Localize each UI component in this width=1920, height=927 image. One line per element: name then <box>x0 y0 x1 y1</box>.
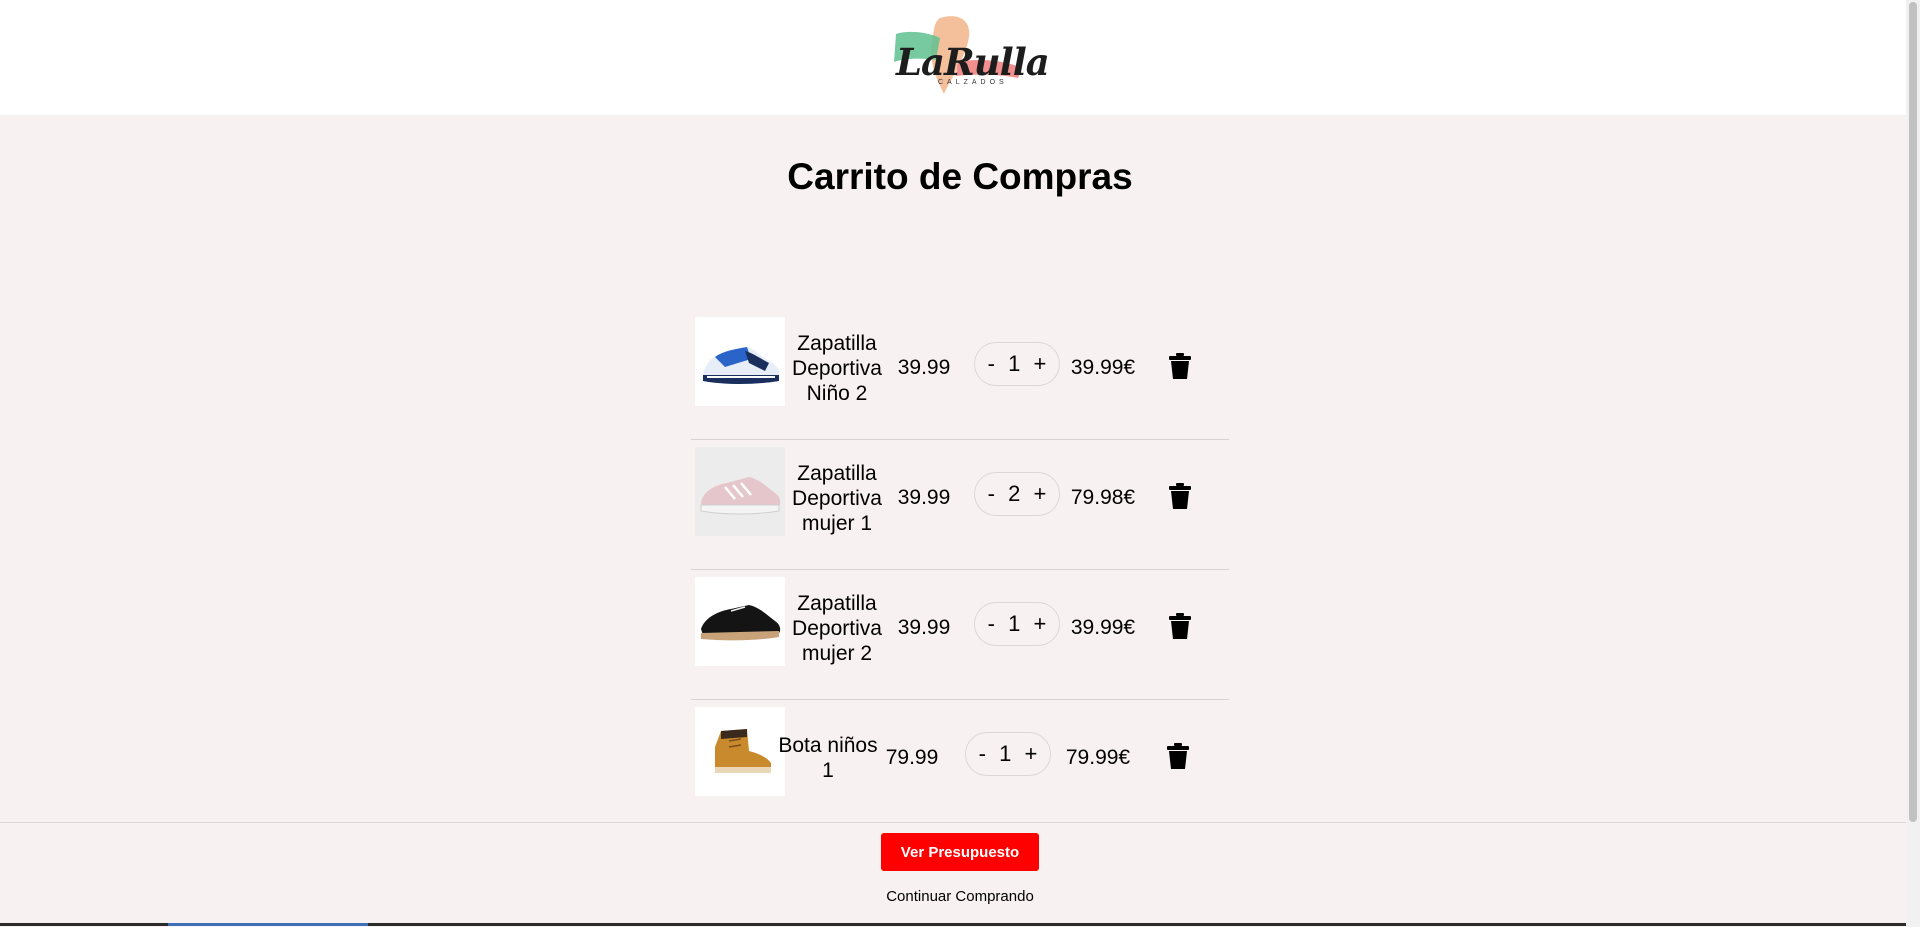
tan-boot-image <box>715 729 771 773</box>
item-subtotal: 79.99€ <box>1065 746 1131 769</box>
view-budget-button[interactable]: Ver Presupuesto <box>881 833 1039 871</box>
increase-button[interactable]: + <box>1034 351 1047 377</box>
increase-button[interactable]: + <box>1034 611 1047 637</box>
vertical-scrollbar[interactable] <box>1906 0 1920 926</box>
product-image <box>695 707 785 796</box>
cart-item: Zapatilla Deportiva mujer 1 39.99 - 2 + … <box>691 440 1229 570</box>
cart-item: Zapatilla Deportiva Niño 2 39.99 - 1 + 3… <box>691 310 1229 440</box>
unit-price: 39.99 <box>897 616 951 639</box>
quantity-stepper: - 1 + <box>965 732 1051 776</box>
blue-sneaker-image <box>703 347 780 384</box>
unit-price: 39.99 <box>897 486 951 509</box>
trash-icon[interactable] <box>1169 483 1191 509</box>
product-name[interactable]: Zapatilla Deportiva Niño 2 <box>787 310 887 426</box>
product-name[interactable]: Zapatilla Deportiva mujer 1 <box>787 440 887 556</box>
black-sneaker-image <box>701 605 781 641</box>
pink-sneaker-image <box>700 477 781 515</box>
product-name[interactable]: Zapatilla Deportiva mujer 2 <box>787 570 887 686</box>
decrease-button[interactable]: - <box>988 481 995 507</box>
product-name[interactable]: Bota niños 1 <box>778 700 878 816</box>
cart-footer: Ver Presupuesto Continuar Comprando <box>0 822 1906 927</box>
item-subtotal: 39.99€ <box>1070 356 1136 379</box>
quantity-value: 1 <box>999 741 1012 766</box>
increase-button[interactable]: + <box>1025 741 1038 767</box>
unit-price: 39.99 <box>897 356 951 379</box>
store-logo[interactable]: LaRulla CALZADOS <box>888 12 1050 102</box>
decrease-button[interactable]: - <box>988 351 995 377</box>
unit-price: 79.99 <box>885 746 939 769</box>
item-subtotal: 39.99€ <box>1070 616 1136 639</box>
decrease-button[interactable]: - <box>988 611 995 637</box>
quantity-value: 2 <box>1008 481 1021 506</box>
cart-item: Bota niños 1 79.99 - 1 + 79.99€ <box>691 700 1229 830</box>
product-image <box>695 317 785 406</box>
quantity-stepper: - 1 + <box>974 602 1060 646</box>
scrollbar-thumb[interactable] <box>1909 2 1917 822</box>
item-subtotal: 79.98€ <box>1070 486 1136 509</box>
decrease-button[interactable]: - <box>979 741 986 767</box>
top-bar: LaRulla CALZADOS <box>0 0 1906 115</box>
quantity-stepper: - 1 + <box>974 342 1060 386</box>
logo-subtitle: CALZADOS <box>938 79 1008 86</box>
trash-icon[interactable] <box>1169 353 1191 379</box>
trash-icon[interactable] <box>1167 743 1189 769</box>
logo-text: LaRulla <box>896 40 1050 84</box>
quantity-stepper: - 2 + <box>974 472 1060 516</box>
continue-shopping-link[interactable]: Continuar Comprando <box>0 888 1920 905</box>
quantity-value: 1 <box>1008 611 1021 636</box>
product-image <box>695 577 785 666</box>
product-image <box>695 447 785 536</box>
quantity-value: 1 <box>1008 351 1021 376</box>
page-title: Carrito de Compras <box>787 156 1133 197</box>
cart-list: Zapatilla Deportiva Niño 2 39.99 - 1 + 3… <box>691 310 1229 830</box>
trash-icon[interactable] <box>1169 613 1191 639</box>
cart-item: Zapatilla Deportiva mujer 2 39.99 - 1 + … <box>691 570 1229 700</box>
increase-button[interactable]: + <box>1034 481 1047 507</box>
